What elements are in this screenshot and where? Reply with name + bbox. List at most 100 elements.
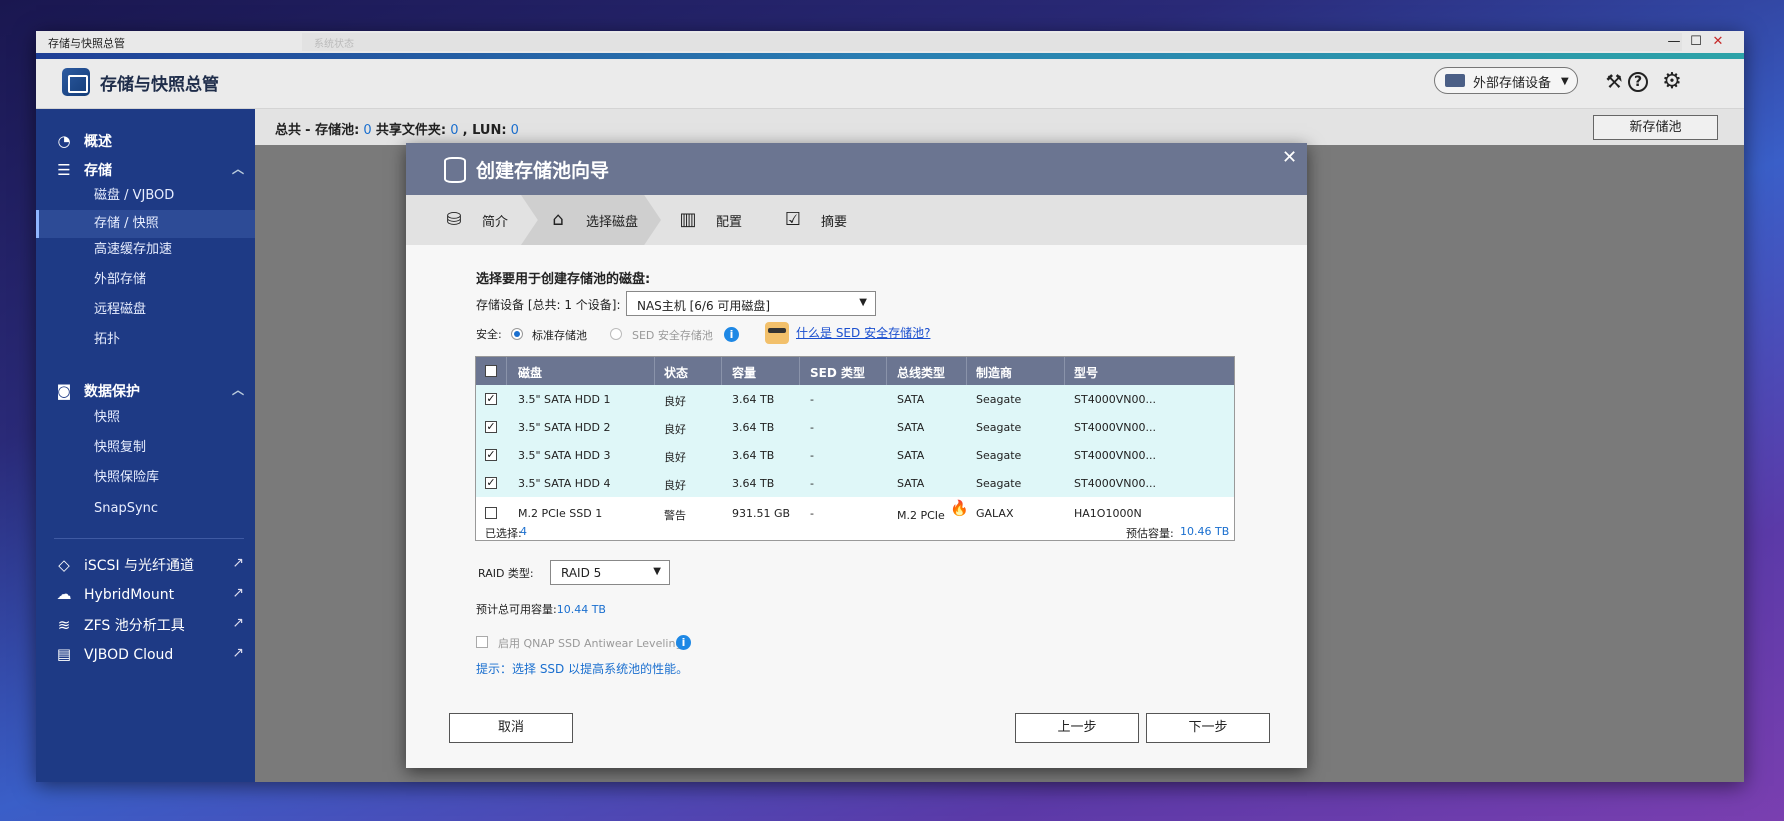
- sidebar-item-snapshot-replica[interactable]: 快照复制: [36, 434, 255, 462]
- sidebar-link-hybridmount[interactable]: ☁ HybridMount ↗: [54, 585, 245, 603]
- select-disks-heading: 选择要用于创建存储池的磁盘:: [476, 272, 651, 287]
- col-status[interactable]: 状态: [664, 364, 688, 381]
- zfs-icon: ≋: [57, 616, 71, 634]
- disk-table: 磁盘 状态 容量 SED 类型 总线类型 制造商 型号 ✓ 3.5" SATA …: [475, 356, 1235, 541]
- selected-count: 4: [520, 525, 527, 538]
- sidebar-link-vjbod-cloud[interactable]: ▤ VJBOD Cloud ↗: [54, 645, 244, 663]
- database-icon: ☰: [57, 161, 71, 179]
- dashboard-icon: ◔: [57, 132, 71, 150]
- external-link-icon: ↗: [232, 585, 244, 601]
- col-capacity[interactable]: 容量: [732, 364, 756, 381]
- sidebar-item-cache[interactable]: 高速缓存加速: [36, 236, 255, 264]
- external-device-label: 外部存储设备: [1473, 76, 1552, 91]
- hard-drive-icon: ⌂: [552, 209, 564, 230]
- disk-table-header: 磁盘 状态 容量 SED 类型 总线类型 制造商 型号: [476, 357, 1234, 385]
- wizard-steps: ⛁ 简介 ⌂ 选择磁盘 ▥ 配置 ☑ 摘要: [406, 195, 1307, 245]
- column-separator: [506, 357, 507, 385]
- cancel-button[interactable]: 取消: [449, 713, 573, 743]
- radio-sed-pool[interactable]: [610, 328, 622, 340]
- checklist-icon: ☑: [784, 209, 802, 230]
- estimated-label: 预估容量:: [1126, 527, 1174, 540]
- sidebar-item-overview[interactable]: ◔ 概述: [54, 131, 112, 151]
- row-checkbox[interactable]: ✓: [485, 393, 497, 405]
- sidebar-section-data-protection[interactable]: ◙ 数据保护 ︿: [54, 381, 244, 401]
- iscsi-icon: ◇: [58, 556, 70, 574]
- select-all-checkbox[interactable]: [485, 365, 497, 377]
- maximize-button[interactable]: ☐: [1686, 33, 1706, 51]
- new-pool-button[interactable]: 新存储池: [1593, 115, 1718, 140]
- column-separator: [886, 357, 887, 385]
- create-pool-wizard: 创建存储池向导 ✕ ⛁ 简介 ⌂ 选择磁盘 ▥ 配置 ☑ 摘要 选择要用于创建存储池的磁…: [406, 143, 1307, 768]
- next-button[interactable]: 下一步: [1146, 713, 1270, 743]
- device-select[interactable]: NAS主机 [6/6 可用磁盘] ▼: [626, 291, 876, 316]
- sidebar-link-zfs[interactable]: ≋ ZFS 池分析工具 ↗: [54, 615, 244, 635]
- step-intro: ⛁ 简介: [442, 195, 508, 245]
- close-button[interactable]: ✕: [1708, 33, 1728, 51]
- sidebar-item-snapshot[interactable]: 快照: [36, 404, 255, 432]
- sidebar-item-topology[interactable]: 拓扑: [36, 326, 255, 354]
- security-label: 安全:: [476, 328, 502, 341]
- standard-pool-label: 标准存储池: [532, 329, 587, 342]
- step-configure: ▥ 配置: [676, 195, 742, 245]
- sidebar-section-storage[interactable]: ☰ 存储 ︿: [54, 160, 244, 180]
- minimize-button[interactable]: —: [1664, 33, 1684, 51]
- share-count: 0: [450, 123, 459, 138]
- table-row[interactable]: ✓ 3.5" SATA HDD 2 良好 3.64 TB - SATA Seag…: [476, 413, 1234, 441]
- row-checkbox[interactable]: ✓: [485, 477, 497, 489]
- antiwear-checkbox[interactable]: [476, 636, 488, 648]
- col-vendor[interactable]: 制造商: [976, 364, 1012, 381]
- config-icon: ▥: [679, 209, 697, 230]
- external-link-icon: ↗: [232, 645, 244, 661]
- col-model[interactable]: 型号: [1074, 364, 1098, 381]
- total-usable-capacity: 预计总可用容量:10.44 TB: [476, 603, 606, 616]
- chevron-up-icon: ︿: [231, 383, 244, 397]
- external-device-dropdown[interactable]: 外部存储设备 ▼: [1434, 67, 1578, 94]
- app-title: 存储与快照总管: [100, 75, 219, 95]
- wizard-title: 创建存储池向导: [476, 160, 610, 182]
- chevron-down-icon: ▼: [859, 297, 867, 308]
- disks-icon: ⛁: [446, 209, 462, 230]
- tools-icon[interactable]: ⚒: [1602, 70, 1626, 94]
- column-separator: [721, 357, 722, 385]
- hint-text: 提示：选择 SSD 以提高系统池的性能。: [476, 662, 689, 676]
- col-bus[interactable]: 总线类型: [897, 364, 945, 381]
- radio-standard-pool[interactable]: [511, 328, 523, 340]
- row-checkbox[interactable]: ✓: [485, 449, 497, 461]
- device-label: 存储设备 [总共: 1 个设备]:: [476, 298, 621, 312]
- row-checkbox[interactable]: [485, 507, 497, 519]
- table-row[interactable]: ✓ 3.5" SATA HDD 3 良好 3.64 TB - SATA Seag…: [476, 441, 1234, 469]
- column-separator: [799, 357, 800, 385]
- col-disk[interactable]: 磁盘: [518, 364, 542, 381]
- table-row[interactable]: ✓ 3.5" SATA HDD 4 良好 3.64 TB - SATA Seag…: [476, 469, 1234, 497]
- raid-type-select[interactable]: RAID 5 ▼: [550, 560, 670, 585]
- disk-table-footer: 已选择: 4 预估容量: 10.46 TB: [476, 523, 1234, 541]
- column-separator: [966, 357, 967, 385]
- sidebar-item-remote-disk[interactable]: 远程磁盘: [36, 296, 255, 324]
- chevron-down-icon: ▼: [653, 566, 661, 577]
- step-select-disks: ⌂ 选择磁盘: [546, 195, 638, 245]
- table-row[interactable]: M.2 PCIe SSD 1 警告 931.51 GB - M.2 PCIe 🔥…: [476, 497, 1234, 523]
- sidebar-link-iscsi[interactable]: ◇ iSCSI 与光纤通道 ↗: [54, 555, 244, 575]
- external-drive-icon: [1445, 74, 1465, 87]
- table-row[interactable]: ✓ 3.5" SATA HDD 1 良好 3.64 TB - SATA Seag…: [476, 385, 1234, 413]
- cloud-icon: ☁: [56, 585, 72, 603]
- external-link-icon: ↗: [232, 615, 244, 631]
- sidebar-item-storage-snapshots[interactable]: 存储 / 快照: [36, 210, 255, 238]
- what-is-sed-link[interactable]: 什么是 SED 安全存储池?: [796, 324, 930, 341]
- info-icon[interactable]: i: [676, 635, 691, 650]
- chevron-down-icon: ▼: [1561, 76, 1569, 87]
- col-sed[interactable]: SED 类型: [810, 364, 865, 381]
- previous-button[interactable]: 上一步: [1015, 713, 1139, 743]
- sidebar-item-disks[interactable]: 磁盘 / VJBOD: [36, 182, 255, 210]
- wizard-close-icon[interactable]: ✕: [1282, 147, 1297, 168]
- info-icon[interactable]: i: [724, 327, 739, 342]
- help-icon[interactable]: ?: [1628, 72, 1648, 92]
- row-checkbox[interactable]: ✓: [485, 421, 497, 433]
- sidebar-item-snapsync[interactable]: SnapSync: [36, 495, 255, 523]
- sidebar-item-external-storage[interactable]: 外部存储: [36, 266, 255, 294]
- step-summary: ☑ 摘要: [781, 195, 847, 245]
- assistant-avatar-icon: [765, 322, 789, 344]
- window-titlebar: 存储与快照总管 系统状态 — ☐ ✕: [36, 31, 1744, 53]
- gear-icon[interactable]: ⚙: [1660, 70, 1684, 94]
- sidebar-item-snapshot-vault[interactable]: 快照保险库: [36, 464, 255, 492]
